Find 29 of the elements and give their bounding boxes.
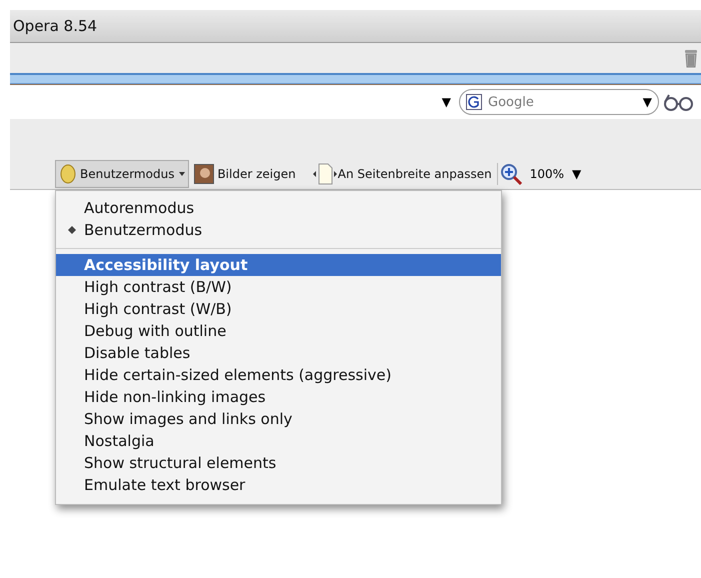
page-width-icon — [312, 163, 338, 185]
glasses-icon[interactable] — [663, 92, 693, 112]
menu-item[interactable]: Emulate text browser — [56, 474, 501, 496]
images-button[interactable]: Bilder zeigen — [191, 160, 299, 188]
mode-button[interactable]: Benutzermodus — [55, 160, 190, 188]
zoom-field[interactable]: 100% ▼ — [496, 163, 582, 185]
menu-item[interactable]: Hide non-linking images — [56, 386, 501, 408]
menu-item[interactable]: Show structural elements — [56, 452, 501, 474]
trash-icon[interactable] — [684, 48, 698, 68]
picture-icon — [194, 164, 214, 184]
menu-item[interactable]: Debug with outline — [56, 320, 501, 342]
menu-item[interactable]: Hide certain-sized elements (aggressive) — [56, 364, 501, 386]
dropdown-arrow[interactable]: ▼ — [442, 95, 451, 109]
fit-width-button[interactable]: An Seitenbreite anpassen — [308, 160, 495, 188]
menu-item[interactable]: High contrast (W/B) — [56, 298, 501, 320]
menu-item[interactable]: Disable tables — [56, 342, 501, 364]
menu-item[interactable]: Benutzermodus — [56, 219, 501, 241]
menu-item[interactable]: High contrast (B/W) — [56, 276, 501, 298]
search-placeholder: Google — [488, 94, 534, 110]
menu-item[interactable]: Nostalgia — [56, 430, 501, 452]
menu-item[interactable]: Show images and links only — [56, 408, 501, 430]
window-title: Opera 8.54 — [13, 17, 98, 35]
menu-item[interactable]: Accessibility layout — [56, 254, 501, 276]
caret-icon — [179, 172, 186, 176]
search-field[interactable]: Google ▼ — [459, 89, 659, 115]
menu-item[interactable]: Autorenmodus — [56, 197, 501, 219]
magnifier-icon — [500, 163, 522, 185]
address-field[interactable]: ▼ — [10, 87, 455, 117]
search-engine-icon — [466, 94, 482, 110]
